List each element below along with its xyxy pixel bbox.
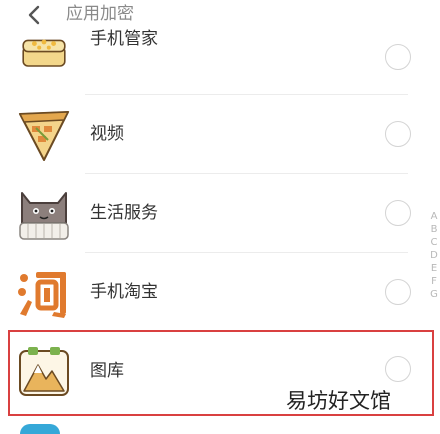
app-row-life-service[interactable]: 生活服务: [0, 174, 418, 253]
watermark-text: 易坊好文馆: [286, 389, 391, 413]
app-label: 手机淘宝: [90, 282, 158, 302]
lock-toggle-radio[interactable]: [385, 279, 411, 305]
index-letter[interactable]: C: [428, 236, 440, 249]
app-row-taobao[interactable]: 手机淘宝: [0, 253, 418, 332]
app-row-video[interactable]: 视频: [0, 95, 418, 174]
index-letter[interactable]: G: [428, 288, 440, 301]
next-app-icon: [20, 424, 60, 434]
index-letter[interactable]: E: [428, 262, 440, 275]
lock-toggle-radio[interactable]: [385, 44, 411, 70]
app-label: 生活服务: [90, 203, 158, 223]
lock-toggle-radio[interactable]: [385, 200, 411, 226]
app-label: 手机管家: [90, 29, 158, 49]
index-letter[interactable]: D: [428, 249, 440, 262]
taobao-icon: [18, 272, 66, 318]
app-row-phone-manager[interactable]: 手机管家: [0, 16, 418, 95]
index-letter[interactable]: B: [428, 223, 440, 236]
video-icon: [18, 111, 70, 161]
alphabet-index-bar[interactable]: A B C D E F G: [428, 210, 440, 301]
lock-toggle-radio[interactable]: [385, 121, 411, 147]
phone-manager-icon: [22, 39, 66, 67]
life-service-icon: [19, 192, 69, 240]
index-letter[interactable]: A: [428, 210, 440, 223]
index-letter[interactable]: F: [428, 275, 440, 288]
app-label: 视频: [90, 124, 124, 144]
